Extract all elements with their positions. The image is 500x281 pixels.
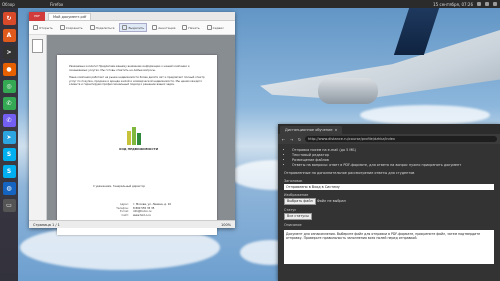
updates-icon[interactable]: ↻	[2, 12, 16, 25]
tool-label: Открыть	[39, 25, 53, 30]
page-thumbnail[interactable]	[32, 39, 43, 53]
pdf-tool-button[interactable]: Сохранить	[58, 24, 85, 31]
tool-icon	[206, 25, 212, 30]
telegram-icon[interactable]: ➤	[2, 131, 16, 144]
pdf-tool-button[interactable]: Открыть	[31, 24, 55, 31]
contact-list: Адрес: г. Москва, ул. Ленина, д. 10 Телефо…	[109, 203, 171, 217]
drive-icon[interactable]: ▭	[2, 199, 16, 212]
contacts-header: С уважением, Генеральный директор	[93, 185, 145, 188]
pdf-document-area[interactable]: Уважаемые коллеги! Предлагаем вашему вни…	[29, 35, 235, 235]
reload-icon[interactable]: ↻	[297, 137, 302, 142]
pdf-viewer-window: PDF Мой документ.pdf Открыть Сохранить Под…	[29, 11, 235, 235]
contact-row: Сайт: www.hod-n.ru	[109, 214, 171, 218]
cloud	[360, 105, 490, 125]
browser-navigation-bar: ← → ↻ http://www.distance.ru/course/prof…	[278, 134, 500, 144]
page-indicator[interactable]: Страница 1 / 1	[33, 223, 60, 227]
status-label: Статус	[284, 208, 297, 212]
tool-label: Выделить	[128, 25, 145, 30]
volume-icon[interactable]	[485, 2, 489, 6]
viber-icon[interactable]: ✆	[2, 114, 16, 127]
clock[interactable]: 15 сентября, 07:26	[433, 2, 473, 7]
tool-icon	[152, 25, 158, 30]
close-tab-icon[interactable]: ×	[335, 128, 338, 132]
page-paragraph: Наша компания работает на рынке недвижим…	[69, 76, 205, 87]
skype-icon[interactable]: S	[2, 148, 16, 161]
subject-input[interactable]: Отправлено в Вход в Систему	[284, 184, 494, 190]
system-tray: 15 сентября, 07:26	[433, 2, 500, 7]
pdf-title-bar: PDF Мой документ.pdf	[29, 11, 235, 21]
tool-icon	[122, 25, 128, 30]
top-panel: Обзор Firefox 15 сентября, 07:26	[0, 0, 500, 8]
back-icon[interactable]: ←	[281, 137, 286, 142]
chrome-icon[interactable]: ◎	[2, 80, 16, 93]
active-window-title[interactable]: Firefox	[50, 2, 63, 7]
sync-icon[interactable]: ◍	[2, 182, 16, 195]
tool-icon	[59, 25, 65, 30]
tool-icon	[182, 25, 188, 30]
feature-list: Отправка писем на e-mail (до 5 МБ)Тексто…	[284, 148, 494, 168]
airplane-engine	[318, 78, 378, 104]
page-content: Отправка писем на e-mail (до 5 МБ)Тексто…	[278, 144, 500, 281]
company-logo	[127, 127, 141, 145]
choose-file-button[interactable]: Выбрать файл	[284, 198, 316, 205]
airplane-winglet	[393, 5, 441, 55]
contact-value: www.hod-n.ru	[133, 213, 151, 217]
tool-label: Сервис	[212, 25, 224, 30]
pdf-app-logo: PDF	[29, 11, 45, 21]
terminal-icon[interactable]: >	[2, 46, 16, 59]
activities-label[interactable]: Обзор	[2, 2, 42, 7]
description-label: Описание	[284, 223, 302, 227]
software-icon[interactable]: A	[2, 29, 16, 42]
tab-title: Дистанционное обучение	[285, 128, 333, 132]
pdf-page: Уважаемые коллеги! Предлагаем вашему вни…	[57, 55, 217, 235]
pdf-status-bar: Страница 1 / 1 100%	[29, 220, 235, 228]
tool-label: Сохранить	[65, 25, 83, 30]
contact-key: Сайт:	[121, 213, 129, 217]
description-textarea[interactable]: Документ для ознакомления. Выберите файл…	[284, 230, 494, 264]
browser-tab[interactable]: Дистанционное обучение ×	[280, 126, 343, 134]
pdf-tool-button[interactable]: Поделиться	[88, 24, 117, 31]
forward-icon[interactable]: →	[289, 137, 294, 142]
company-logo-text: ХОД НЕДВИЖИМОСТИ	[119, 147, 159, 151]
tool-icon	[33, 25, 38, 30]
firefox-icon[interactable]: ●	[2, 63, 16, 76]
pdf-document-tab[interactable]: Мой документ.pdf	[48, 12, 92, 20]
file-status: Файл не выбран	[316, 199, 346, 203]
tool-label: Печать	[188, 25, 200, 30]
power-icon[interactable]	[493, 2, 497, 6]
status-select[interactable]: Все статусы	[284, 213, 312, 220]
zoom-level[interactable]: 100%	[221, 223, 231, 227]
list-item: Ответы на вопросы: ответ в PDF-формате, …	[292, 163, 494, 168]
pdf-toolbar: Открыть Сохранить Поделиться Выделить Аннота…	[29, 21, 235, 35]
tool-icon	[89, 25, 95, 30]
address-bar[interactable]: http://www.distance.ru/course/profile/dz…	[305, 136, 497, 142]
phone-icon[interactable]: ✆	[2, 97, 16, 110]
network-icon[interactable]	[477, 2, 481, 6]
pdf-thumbnail-sidebar	[29, 35, 47, 220]
pdf-tool-button[interactable]: Сервис	[205, 24, 226, 31]
section-title: Отправленные на дополнительное рассмотре…	[284, 171, 415, 175]
browser-tab-strip: Дистанционное обучение ×	[278, 124, 500, 134]
pdf-tool-button[interactable]: Печать	[180, 24, 201, 31]
pdf-tool-button[interactable]: Выделить	[119, 23, 148, 32]
browser-window: Дистанционное обучение × ← → ↻ http://ww…	[278, 124, 500, 281]
tool-label: Аннотация	[158, 25, 176, 30]
skype2-icon[interactable]: S	[2, 165, 16, 178]
pdf-tool-button[interactable]: Аннотация	[150, 24, 177, 31]
dock: ↻ A > ● ◎ ✆ ✆ ➤ S S ◍ ▭	[0, 8, 18, 281]
page-intro-text: Уважаемые коллеги! Предлагаем вашему вни…	[69, 65, 190, 72]
tool-label: Поделиться	[95, 25, 115, 30]
